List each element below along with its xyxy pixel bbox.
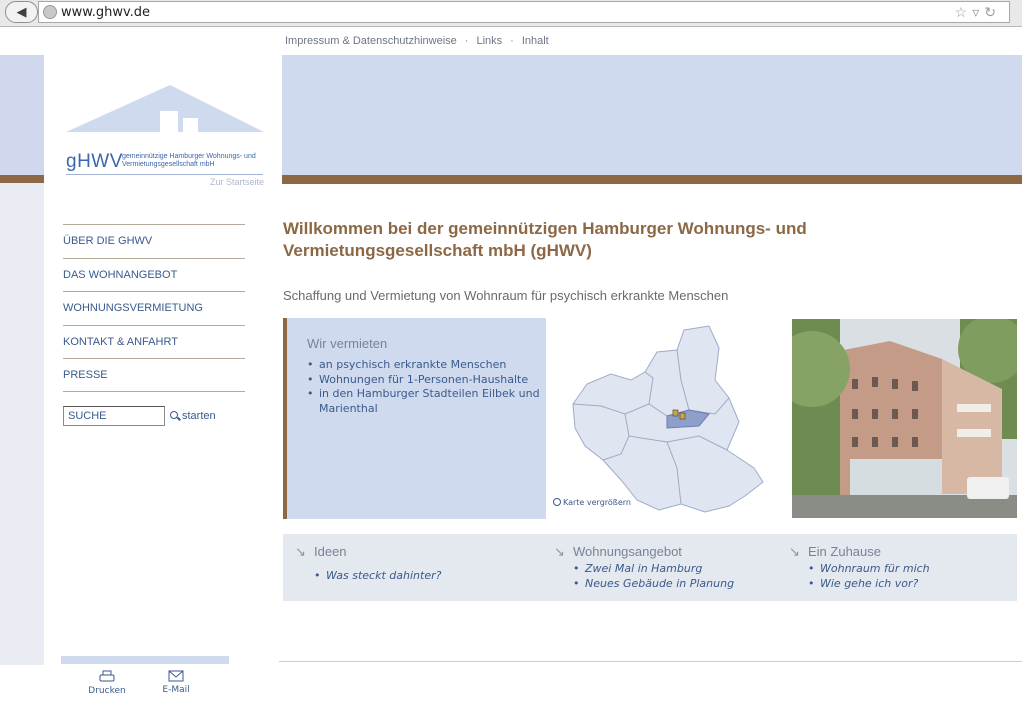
teaser-list: Wohnraum für mich Wie gehe ich vor? bbox=[808, 561, 930, 591]
email-label: E-Mail bbox=[162, 685, 190, 695]
reload-icon[interactable]: ↻ bbox=[984, 4, 1001, 20]
link-separator: · bbox=[464, 35, 469, 47]
hamburg-map[interactable] bbox=[549, 318, 771, 519]
left-footer-bar bbox=[61, 656, 229, 664]
arrow-down-right-icon: ↘ bbox=[554, 544, 565, 559]
header-banner bbox=[282, 55, 1022, 175]
zoom-icon bbox=[553, 498, 561, 506]
link-links[interactable]: Links bbox=[476, 35, 502, 47]
printer-icon bbox=[99, 670, 115, 682]
search-input[interactable] bbox=[63, 406, 165, 426]
search-icon bbox=[170, 411, 178, 419]
teaser-title[interactable]: Ein Zuhause bbox=[808, 544, 881, 559]
nav-item-contact[interactable]: KONTAKT & ANFAHRT bbox=[63, 324, 245, 359]
map-link-label: Karte vergrößern bbox=[563, 498, 631, 507]
page-title: Willkommen bei der gemeinnützigen Hambur… bbox=[283, 219, 807, 260]
map-enlarge-link[interactable]: Karte vergrößern bbox=[553, 498, 631, 507]
teaser-list: Was steckt dahinter? bbox=[314, 568, 441, 583]
nav-item-rental[interactable]: WOHNUNGSVERMIETUNG bbox=[63, 291, 245, 325]
link-inhalt[interactable]: Inhalt bbox=[522, 35, 549, 47]
logo-company-name: gemeinnützige Hamburger Wohnungs- und Ve… bbox=[122, 153, 256, 168]
house-roof-icon bbox=[66, 85, 264, 132]
logo-brand: gHWV bbox=[66, 151, 123, 172]
search-button-label: starten bbox=[182, 410, 216, 422]
page: ◀ www.ghwv.de ☆▿↻ Impressum & Datenschut… bbox=[0, 0, 1022, 717]
browser-toolbar: ◀ www.ghwv.de ☆▿↻ bbox=[0, 0, 1022, 27]
logo-rule bbox=[66, 174, 263, 175]
teaser-title[interactable]: Wohnungsangebot bbox=[573, 544, 682, 559]
nav-item-offer[interactable]: DAS WOHNANGEBOT bbox=[63, 257, 245, 292]
email-button[interactable]: E-Mail bbox=[156, 670, 196, 695]
home-link[interactable]: Zur Startseite bbox=[210, 177, 264, 187]
nav-item-press[interactable]: PRESSE bbox=[63, 358, 245, 392]
back-arrow-icon: ◀ bbox=[16, 4, 27, 19]
teaser-link[interactable]: Was steckt dahinter? bbox=[314, 568, 441, 583]
dropdown-icon[interactable]: ▿ bbox=[972, 4, 984, 20]
link-separator: · bbox=[510, 35, 514, 47]
print-button[interactable]: Drucken bbox=[86, 670, 128, 696]
footer-divider bbox=[279, 661, 1022, 662]
search-button[interactable]: starten bbox=[170, 410, 216, 422]
teaser-link[interactable]: Wohnraum für mich bbox=[808, 561, 930, 576]
teaser-link[interactable]: Zwei Mal in Hamburg bbox=[573, 561, 734, 576]
list-item: an psychisch erkrankte Menschen bbox=[307, 358, 542, 373]
left-strip-header bbox=[0, 55, 44, 175]
rent-list: an psychisch erkrankte Menschen Wohnunge… bbox=[307, 358, 542, 416]
link-impressum[interactable]: Impressum & Datenschutzhinweise bbox=[285, 35, 457, 47]
teaser-list: Zwei Mal in Hamburg Neues Gebäude in Pla… bbox=[573, 561, 734, 591]
teaser-title[interactable]: Ideen bbox=[314, 544, 347, 559]
building-photo bbox=[792, 319, 1017, 518]
address-bar[interactable]: www.ghwv.de ☆▿↻ bbox=[38, 1, 1010, 23]
url-text: www.ghwv.de bbox=[61, 5, 151, 20]
nav-item-about[interactable]: ÜBER DIE GHWV bbox=[63, 224, 245, 258]
teaser-link[interactable]: Wie gehe ich vor? bbox=[808, 576, 930, 591]
back-button[interactable]: ◀ bbox=[5, 1, 38, 23]
header-divider bbox=[282, 175, 1022, 184]
list-item: in den Hamburger Stadteilen Eilbek und M… bbox=[307, 387, 542, 416]
main-nav: ÜBER DIE GHWV DAS WOHNANGEBOT WOHNUNGSVE… bbox=[63, 224, 245, 392]
rent-box-title: Wir vermieten bbox=[307, 336, 388, 351]
top-links: Impressum & Datenschutzhinweise · Links · In… bbox=[285, 35, 549, 47]
globe-icon bbox=[43, 5, 57, 19]
rent-info-box: Wir vermieten an psychisch erkrankte Men… bbox=[283, 318, 546, 519]
page-subtitle: Schaffung und Vermietung von Wohnraum fü… bbox=[283, 288, 729, 303]
arrow-down-right-icon: ↘ bbox=[295, 544, 306, 559]
teaser-strip: ↘ Ideen Was steckt dahinter? ↘ Wohnungsa… bbox=[283, 534, 1017, 601]
bookmark-star-icon[interactable]: ☆ bbox=[955, 4, 973, 20]
left-strip-divider bbox=[0, 175, 44, 183]
print-label: Drucken bbox=[88, 686, 126, 696]
teaser-link[interactable]: Neues Gebäude in Planung bbox=[573, 576, 734, 591]
list-item: Wohnungen für 1-Personen-Haushalte bbox=[307, 373, 542, 388]
envelope-icon bbox=[168, 670, 184, 682]
arrow-down-right-icon: ↘ bbox=[789, 544, 800, 559]
site-logo[interactable]: gHWV gemeinnützige Hamburger Wohnungs- u… bbox=[66, 85, 264, 190]
